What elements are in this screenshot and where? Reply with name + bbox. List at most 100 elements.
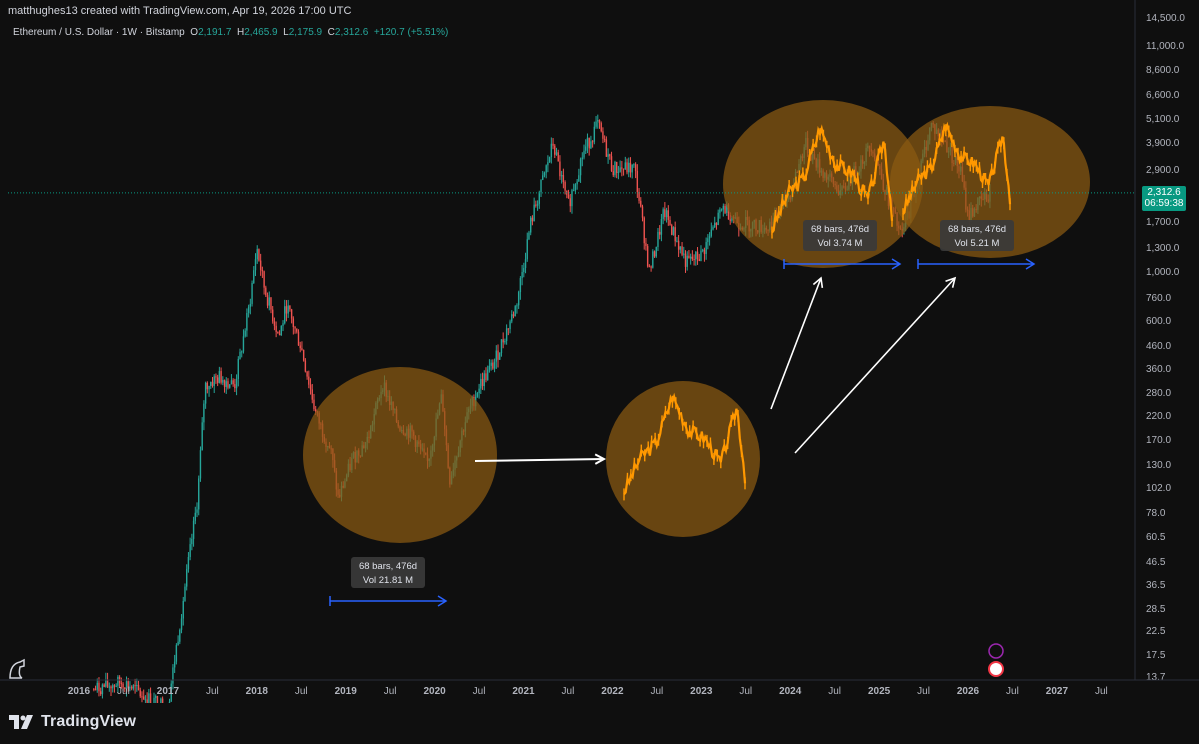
candle-body xyxy=(486,369,489,381)
open-value: 2,191.7 xyxy=(198,27,232,38)
candle-body xyxy=(277,332,279,334)
price-chart[interactable]: 68 bars, 476d Vol 21.81 M 68 bars, 476d Vol… xyxy=(0,0,1199,703)
candle-body xyxy=(113,685,116,687)
candle-body xyxy=(493,361,496,369)
candle-body xyxy=(189,544,191,558)
candle-body xyxy=(554,145,556,155)
candle-body xyxy=(559,161,561,177)
candle-body xyxy=(499,353,501,360)
candle-body xyxy=(712,227,714,230)
bar-countdown: 06:59:38 xyxy=(1144,198,1184,209)
candle-body xyxy=(650,266,652,268)
candle-body xyxy=(502,339,504,343)
candle-body xyxy=(301,348,303,351)
flag-icon xyxy=(988,661,1004,677)
y-tick-label: 600.0 xyxy=(1146,316,1171,327)
candle-body xyxy=(722,205,725,210)
y-tick-label: 22.5 xyxy=(1146,626,1166,637)
candle-body xyxy=(177,641,179,646)
candle-body xyxy=(230,380,233,385)
candle-body xyxy=(600,123,602,132)
candle-body xyxy=(667,210,669,220)
candle-body xyxy=(141,696,143,698)
candle-body xyxy=(626,162,628,173)
candle-body xyxy=(265,287,267,296)
candle-body xyxy=(550,143,553,158)
y-tick-label: 60.5 xyxy=(1146,532,1166,543)
candle-body xyxy=(593,126,596,142)
range-bars-label: 68 bars, 476d xyxy=(359,561,417,572)
candle-body xyxy=(98,682,100,692)
candle-body xyxy=(583,150,585,158)
range-volume-label: Vol 21.81 M xyxy=(363,575,413,586)
candle-body xyxy=(215,376,217,378)
x-tick-label: 2024 xyxy=(779,686,802,697)
open-label: O xyxy=(190,27,199,38)
candle-body xyxy=(139,690,141,697)
candle-body xyxy=(562,175,565,183)
candle-body xyxy=(552,143,554,146)
symbol-title[interactable]: Ethereum / U.S. Dollar · 1W · Bitstamp xyxy=(13,27,185,38)
candle-body xyxy=(529,217,532,233)
x-tick-label: Jul xyxy=(828,686,841,697)
candle-body xyxy=(581,157,583,160)
x-tick-label: Jul xyxy=(1006,686,1019,697)
tradingview-logo-icon xyxy=(9,715,33,729)
last-price-value: 2,312.6 xyxy=(1147,187,1181,198)
candle-body xyxy=(490,362,492,366)
candle-body xyxy=(500,339,503,354)
candle-body xyxy=(674,227,676,242)
candle-body xyxy=(603,138,606,140)
candle-body xyxy=(106,679,109,687)
candle-body xyxy=(528,232,530,240)
candle-body xyxy=(612,171,614,176)
footer-bar xyxy=(0,703,1199,744)
candle-body xyxy=(311,389,313,400)
candle-body xyxy=(497,350,499,360)
candle-body xyxy=(640,200,642,207)
header-bar: matthughes13 created with TradingView.co… xyxy=(0,0,1199,22)
candle-body xyxy=(641,206,644,218)
candle-body xyxy=(488,365,491,370)
candle-body xyxy=(689,256,692,259)
y-tick-label: 220.0 xyxy=(1146,411,1171,422)
candle-body xyxy=(636,170,639,193)
candle-body xyxy=(724,205,726,213)
candle-body xyxy=(258,249,260,261)
candle-body xyxy=(707,238,709,243)
candle-body xyxy=(309,384,312,390)
fractal-circle-projection[interactable] xyxy=(606,381,760,537)
candle-body xyxy=(173,661,176,668)
candle-body xyxy=(270,297,272,310)
fractal-circle-2019[interactable] xyxy=(303,367,497,543)
candle-body xyxy=(578,175,580,182)
candle-body xyxy=(619,167,621,172)
candle-body xyxy=(628,162,630,173)
x-tick-label: 2017 xyxy=(157,686,180,697)
x-tick-label: 2016 xyxy=(68,686,91,697)
candle-body xyxy=(184,586,186,601)
candle-body xyxy=(225,381,227,387)
candle-body xyxy=(572,190,575,192)
candle-body xyxy=(607,154,609,157)
candle-body xyxy=(511,314,513,322)
candle-body xyxy=(567,194,570,199)
candle-body xyxy=(218,371,221,383)
candle-body xyxy=(588,137,590,149)
candle-body xyxy=(658,231,661,235)
candle-body xyxy=(705,242,707,254)
x-tick-label: Jul xyxy=(206,686,219,697)
candle-body xyxy=(112,685,114,689)
candle-body xyxy=(564,182,566,191)
candle-body xyxy=(710,229,712,237)
candle-body xyxy=(714,222,716,228)
tradingview-logo[interactable]: TradingView xyxy=(9,713,136,731)
candle-body xyxy=(480,378,482,389)
candle-body xyxy=(249,303,252,307)
change-value: +120.7 (+5.51%) xyxy=(373,27,449,38)
candle-body xyxy=(142,696,145,700)
high-value: 2,465.9 xyxy=(244,27,278,38)
candle-body xyxy=(110,686,112,689)
candle-body xyxy=(591,141,594,143)
candle-body xyxy=(715,222,718,225)
